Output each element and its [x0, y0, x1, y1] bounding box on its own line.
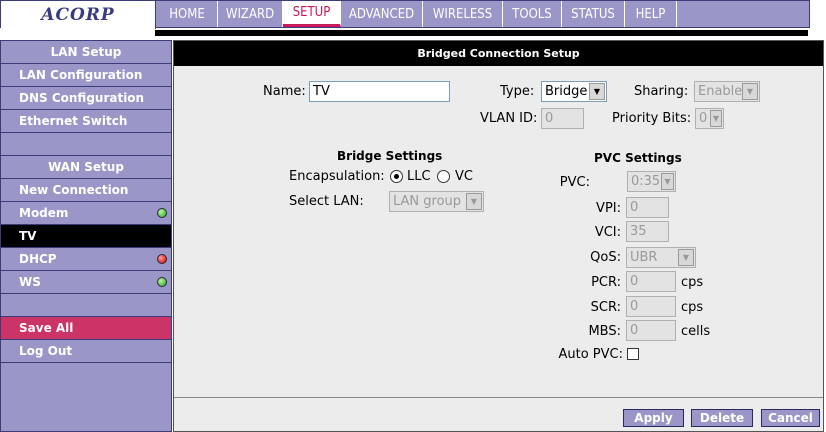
qos-select[interactable]: UBR ▼: [626, 247, 696, 268]
sidebar-spacer: [1, 133, 171, 156]
sidebar-item-label: WS: [19, 275, 41, 289]
sidebar-item-dhcp[interactable]: DHCP: [1, 248, 171, 271]
tab-help[interactable]: HELP: [625, 1, 677, 27]
priority-bits-value: 0: [699, 111, 708, 126]
save-all-button[interactable]: Save All: [1, 317, 171, 340]
sidebar-item-label: TV: [19, 229, 37, 243]
status-green-icon: [157, 208, 167, 218]
sharing-select[interactable]: Enable ▼: [694, 81, 760, 102]
delete-button[interactable]: Delete: [691, 409, 753, 427]
tab-setup[interactable]: SETUP: [283, 1, 341, 27]
tab-wizard[interactable]: WIZARD: [218, 1, 283, 27]
qos-value: UBR: [630, 250, 658, 265]
sharing-label: Sharing:: [634, 84, 689, 99]
name-label: Name:: [263, 84, 306, 99]
chevron-down-icon: ▼: [661, 173, 674, 190]
pcr-input[interactable]: 0: [626, 271, 676, 292]
action-bar: Apply Delete Cancel: [174, 397, 823, 431]
scr-input[interactable]: 0: [626, 296, 676, 317]
sidebar-item-tv[interactable]: TV: [1, 225, 171, 248]
apply-button[interactable]: Apply: [623, 409, 684, 427]
sidebar-header-wan: WAN Setup: [1, 156, 171, 179]
logo: ACORP: [1, 1, 156, 29]
sidebar-item-label: New Connection: [19, 183, 129, 197]
top-divider: [155, 30, 808, 36]
pvc-settings-title: PVC Settings: [594, 151, 682, 165]
select-lan-label: Select LAN:: [289, 194, 364, 209]
mbs-label: MBS:: [588, 324, 621, 339]
chevron-down-icon: ▼: [678, 249, 694, 266]
sidebar-spacer: [1, 294, 171, 317]
encap-vc-radio[interactable]: [437, 170, 450, 183]
bridge-settings-title: Bridge Settings: [337, 149, 443, 163]
sidebar-item-ws[interactable]: WS: [1, 271, 171, 294]
top-navigation-bar: ACORP HOME WIZARD SETUP ADVANCED WIRELES…: [0, 0, 810, 29]
sidebar-item-label: Modem: [19, 206, 69, 220]
sidebar-item-dns-configuration[interactable]: DNS Configuration: [1, 87, 171, 110]
sidebar-item-lan-configuration[interactable]: LAN Configuration: [1, 64, 171, 87]
priority-bits-label: Priority Bits:: [612, 111, 692, 126]
panel-title: Bridged Connection Setup: [174, 41, 823, 66]
name-input[interactable]: TV: [309, 81, 450, 102]
vci-input[interactable]: 35: [626, 221, 669, 242]
type-label: Type:: [500, 84, 535, 99]
cancel-button[interactable]: Cancel: [761, 409, 820, 427]
auto-pvc-checkbox[interactable]: [627, 348, 639, 360]
tab-tools[interactable]: TOOLS: [503, 1, 562, 27]
select-lan-select[interactable]: LAN group 1 ▼: [389, 191, 484, 212]
encapsulation-label: Encapsulation:: [289, 169, 385, 184]
chevron-down-icon: ▼: [742, 83, 758, 100]
vpi-label: VPI:: [596, 201, 621, 216]
sidebar-item-modem[interactable]: Modem: [1, 202, 171, 225]
sharing-value: Enable: [698, 84, 743, 99]
scr-unit: cps: [681, 300, 704, 315]
mbs-input[interactable]: 0: [626, 320, 676, 341]
sidebar-item-new-connection[interactable]: New Connection: [1, 179, 171, 202]
tab-wireless[interactable]: WIRELESS: [423, 1, 503, 27]
status-green-icon: [157, 277, 167, 287]
vci-label: VCI:: [594, 225, 621, 240]
vlan-id-label: VLAN ID:: [480, 111, 538, 126]
pvc-select[interactable]: 0:35 ▼: [627, 171, 676, 192]
scr-label: SCR:: [590, 300, 621, 315]
encap-llc-radio[interactable]: [390, 170, 403, 183]
priority-bits-select[interactable]: 0 ▼: [695, 108, 724, 129]
pcr-label: PCR:: [591, 275, 621, 290]
main-nav: HOME WIZARD SETUP ADVANCED WIRELESS TOOL…: [157, 1, 677, 27]
status-red-icon: [157, 254, 167, 264]
qos-label: QoS:: [590, 250, 621, 265]
vpi-input[interactable]: 0: [626, 197, 669, 218]
pvc-value: 0:35: [631, 174, 661, 189]
main-panel: Bridged Connection Setup Name: TV Type: …: [173, 40, 824, 432]
auto-pvc-label: Auto PVC:: [558, 347, 623, 362]
sidebar-item-ethernet-switch[interactable]: Ethernet Switch: [1, 110, 171, 133]
chevron-down-icon: ▼: [589, 83, 605, 100]
type-select[interactable]: Bridge ▼: [541, 81, 607, 102]
select-lan-value: LAN group 1: [393, 194, 474, 209]
encap-vc-label: VC: [455, 169, 473, 184]
sidebar: LAN Setup LAN Configuration DNS Configur…: [0, 40, 172, 432]
tab-home[interactable]: HOME: [157, 1, 218, 27]
logo-text: ACORP: [41, 5, 115, 25]
chevron-down-icon: ▼: [466, 193, 482, 210]
sidebar-header-lan: LAN Setup: [1, 41, 171, 64]
sidebar-item-label: DHCP: [19, 252, 57, 266]
pcr-unit: cps: [681, 275, 704, 290]
tab-advanced[interactable]: ADVANCED: [341, 1, 423, 27]
vlan-id-input[interactable]: 0: [541, 108, 584, 129]
encap-llc-label: LLC: [407, 169, 431, 184]
tab-status[interactable]: STATUS: [562, 1, 625, 27]
pvc-label: PVC:: [559, 175, 590, 190]
log-out-button[interactable]: Log Out: [1, 340, 171, 363]
type-value: Bridge: [545, 84, 588, 99]
chevron-down-icon: ▼: [710, 110, 722, 127]
mbs-unit: cells: [681, 324, 711, 339]
